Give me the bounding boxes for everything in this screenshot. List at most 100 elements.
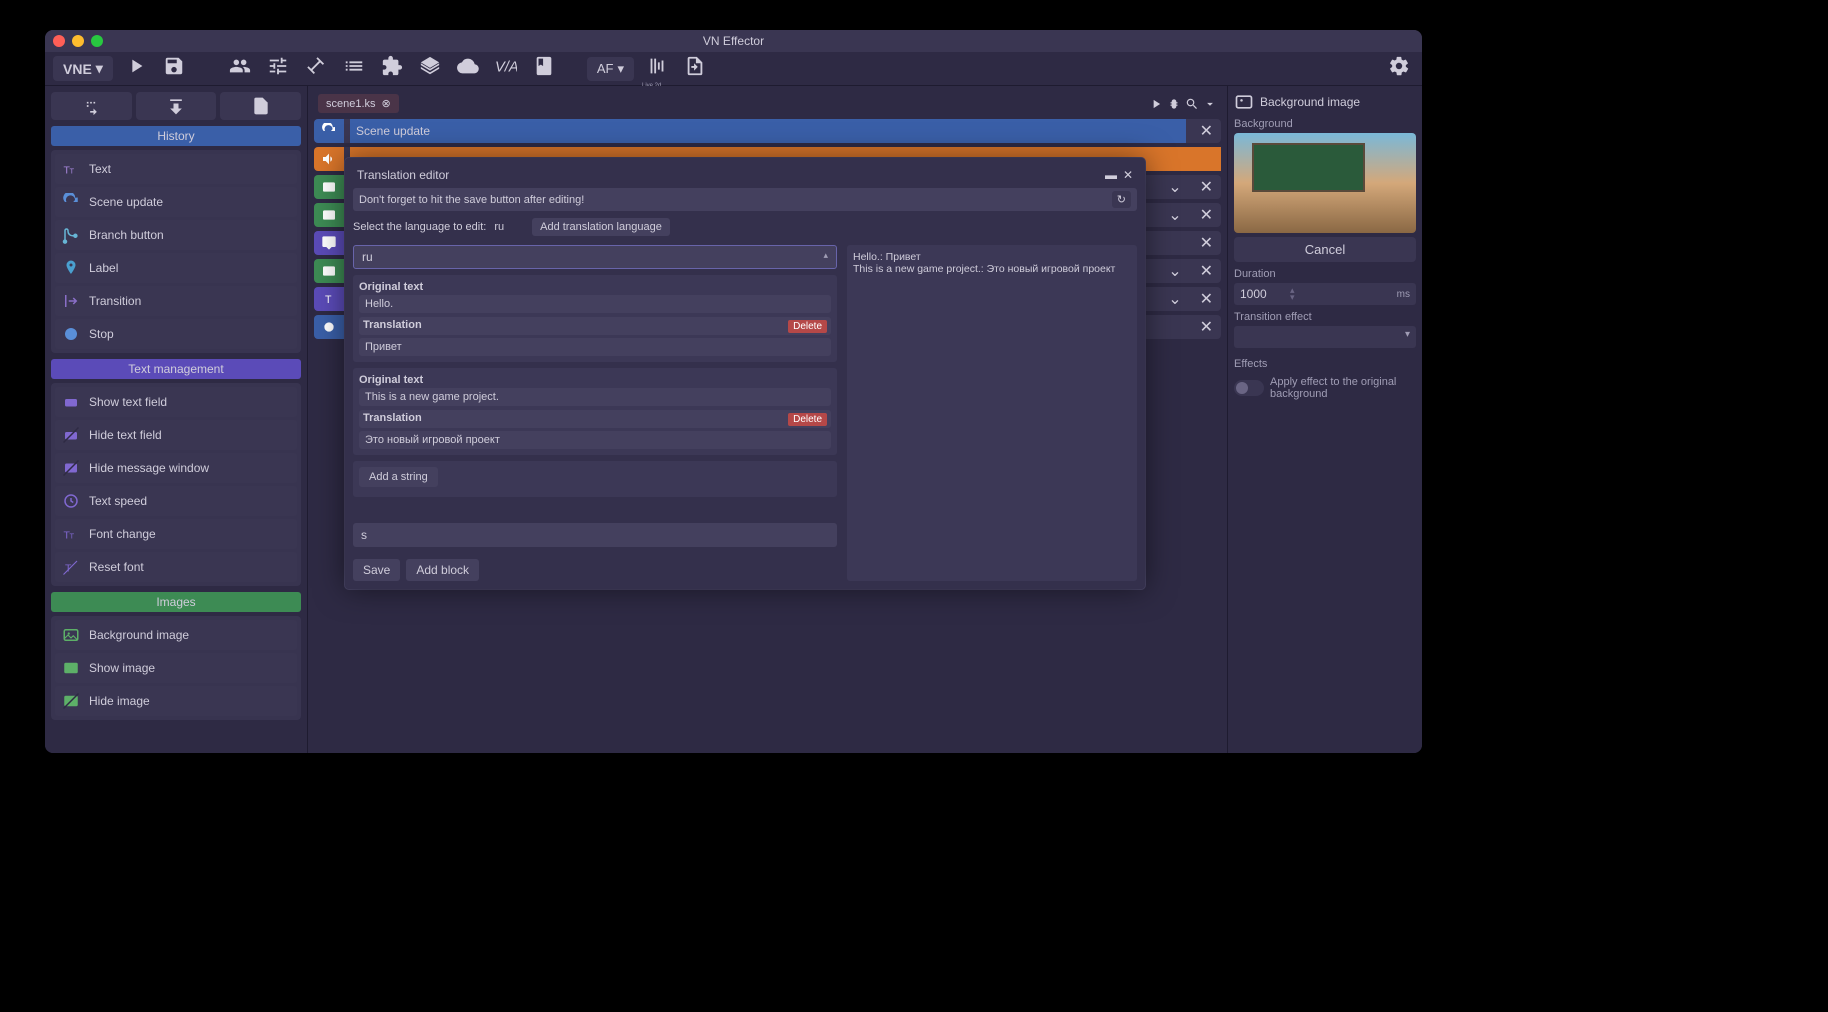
puzzle-icon[interactable] [377, 53, 407, 84]
sidebar-item-text[interactable]: TTText [55, 154, 297, 184]
book-icon[interactable] [529, 53, 559, 84]
live2d-icon[interactable]: Live 2d [642, 53, 672, 84]
ms-label: ms [1397, 289, 1410, 300]
sidebar-item-stop[interactable]: Stop [55, 319, 297, 349]
refresh-icon[interactable]: ↻ [1112, 191, 1131, 208]
sidebar-item-bg-image[interactable]: Background image [55, 620, 297, 650]
play-icon[interactable] [121, 53, 151, 84]
chevron-down-icon[interactable]: ⌄ [1164, 205, 1185, 225]
vne-menu-button[interactable]: VNE ▾ [53, 56, 113, 81]
scene-row-label: Scene update [350, 119, 1186, 143]
af-menu-button[interactable]: AF ▾ [587, 57, 634, 81]
search-small-icon[interactable] [1185, 97, 1199, 111]
gear-icon[interactable] [1384, 53, 1414, 84]
apply-effect-toggle[interactable] [1234, 380, 1264, 396]
translation-block-0: Original text Hello. TranslationDelete П… [353, 275, 837, 362]
hammer-icon[interactable] [301, 53, 331, 84]
text-row-icon: T [314, 287, 344, 311]
save-button[interactable]: Save [353, 559, 400, 581]
sidebar-item-show-image[interactable]: Show image [55, 653, 297, 683]
save-icon[interactable] [159, 53, 189, 84]
layers-icon[interactable] [415, 53, 445, 84]
sidebar-tab-flow[interactable] [51, 92, 132, 120]
variable-icon[interactable]: V/A [491, 53, 521, 84]
translation-block-1: Original text This is a new game project… [353, 368, 837, 455]
add-language-button[interactable]: Add translation language [532, 218, 670, 236]
remove-row-icon[interactable]: ✕ [1192, 233, 1221, 253]
sidebar-item-font-change[interactable]: TTFont change [55, 519, 297, 549]
main-toolbar: VNE ▾ V/A AF ▾ Live 2d [45, 52, 1422, 86]
close-modal-icon[interactable]: ✕ [1123, 168, 1133, 182]
minimize-modal-icon[interactable]: ▬ [1105, 168, 1117, 182]
sidebar-item-hide-msg[interactable]: Hide message window [55, 453, 297, 483]
select-lang-label: Select the language to edit: [353, 221, 486, 233]
sidebar-item-branch[interactable]: Branch button [55, 220, 297, 250]
sidebar-tab-download[interactable] [136, 92, 217, 120]
section-header-history: History [51, 126, 301, 146]
sidebar-item-text-speed[interactable]: Text speed [55, 486, 297, 516]
transition-icon [61, 291, 81, 311]
remove-row-icon[interactable]: ✕ [1192, 205, 1221, 225]
translation-input[interactable]: Это новый игровой проект [359, 431, 831, 449]
cloud-icon[interactable] [453, 53, 483, 84]
svg-text:T: T [70, 167, 75, 176]
hide-msg-icon [61, 458, 81, 478]
search-input[interactable] [353, 523, 837, 547]
add-block-button[interactable]: Add block [406, 559, 479, 581]
label-transition: Transition effect [1234, 311, 1416, 323]
stop-row-icon [314, 315, 344, 339]
stepper-icon[interactable]: ▴▾ [1290, 287, 1295, 301]
close-tab-icon[interactable]: ⊗ [382, 97, 391, 110]
remove-row-icon[interactable]: ✕ [1192, 177, 1221, 197]
language-select[interactable]: ru [353, 245, 837, 269]
delete-button[interactable]: Delete [788, 413, 827, 426]
transition-select[interactable] [1234, 326, 1416, 348]
translation-input[interactable]: Привет [359, 338, 831, 356]
original-text: Hello. [359, 295, 831, 313]
sidebar-item-scene-update[interactable]: Scene update [55, 187, 297, 217]
bug-icon[interactable] [1167, 97, 1181, 111]
chevron-down-icon[interactable]: ⌄ [1164, 261, 1185, 281]
file-tab[interactable]: scene1.ks⊗ [318, 94, 399, 113]
image-row-icon [314, 259, 344, 283]
refresh-icon [61, 192, 81, 212]
scene-row-scene-update[interactable]: Scene update ✕ [314, 119, 1221, 143]
people-icon[interactable] [225, 53, 255, 84]
chevron-down-small-icon[interactable] [1203, 97, 1217, 111]
reset-font-icon: T [61, 557, 81, 577]
preview-line-1: This is a new game project.: Это новый и… [853, 263, 1131, 275]
maximize-window-button[interactable] [91, 35, 103, 47]
chevron-down-icon[interactable]: ⌄ [1164, 289, 1185, 309]
section-header-images: Images [51, 592, 301, 612]
stop-icon [61, 324, 81, 344]
bg-preview-image[interactable] [1234, 133, 1416, 233]
sidebar-item-show-text[interactable]: Show text field [55, 387, 297, 417]
play-small-icon[interactable] [1149, 97, 1163, 111]
sidebar-item-reset-font[interactable]: TReset font [55, 552, 297, 582]
sliders-icon[interactable] [263, 53, 293, 84]
remove-row-icon[interactable]: ✕ [1192, 121, 1221, 141]
sidebar-item-label[interactable]: Label [55, 253, 297, 283]
translation-editor-modal: Translation editor ▬ ✕ Don't forget to h… [345, 158, 1145, 589]
sidebar-tab-file[interactable] [220, 92, 301, 120]
original-text: This is a new game project. [359, 388, 831, 406]
chevron-down-icon[interactable]: ⌄ [1164, 177, 1185, 197]
selected-lang: ru [494, 221, 504, 233]
section-history: History TTText Scene update Branch butto… [51, 126, 301, 353]
modal-title: Translation editor [357, 168, 449, 182]
list-icon[interactable] [339, 53, 369, 84]
sidebar-item-hide-image[interactable]: Hide image [55, 686, 297, 716]
export-icon[interactable] [680, 53, 710, 84]
cancel-button[interactable]: Cancel [1234, 237, 1416, 262]
sidebar-item-transition[interactable]: Transition [55, 286, 297, 316]
minimize-window-button[interactable] [72, 35, 84, 47]
delete-button[interactable]: Delete [788, 320, 827, 333]
duration-input[interactable] [1240, 287, 1290, 301]
add-string-button[interactable]: Add a string [359, 467, 438, 487]
remove-row-icon[interactable]: ✕ [1192, 261, 1221, 281]
close-window-button[interactable] [53, 35, 65, 47]
remove-row-icon[interactable]: ✕ [1192, 317, 1221, 337]
sidebar-item-hide-text[interactable]: Hide text field [55, 420, 297, 450]
text-icon: TT [61, 159, 81, 179]
remove-row-icon[interactable]: ✕ [1192, 289, 1221, 309]
